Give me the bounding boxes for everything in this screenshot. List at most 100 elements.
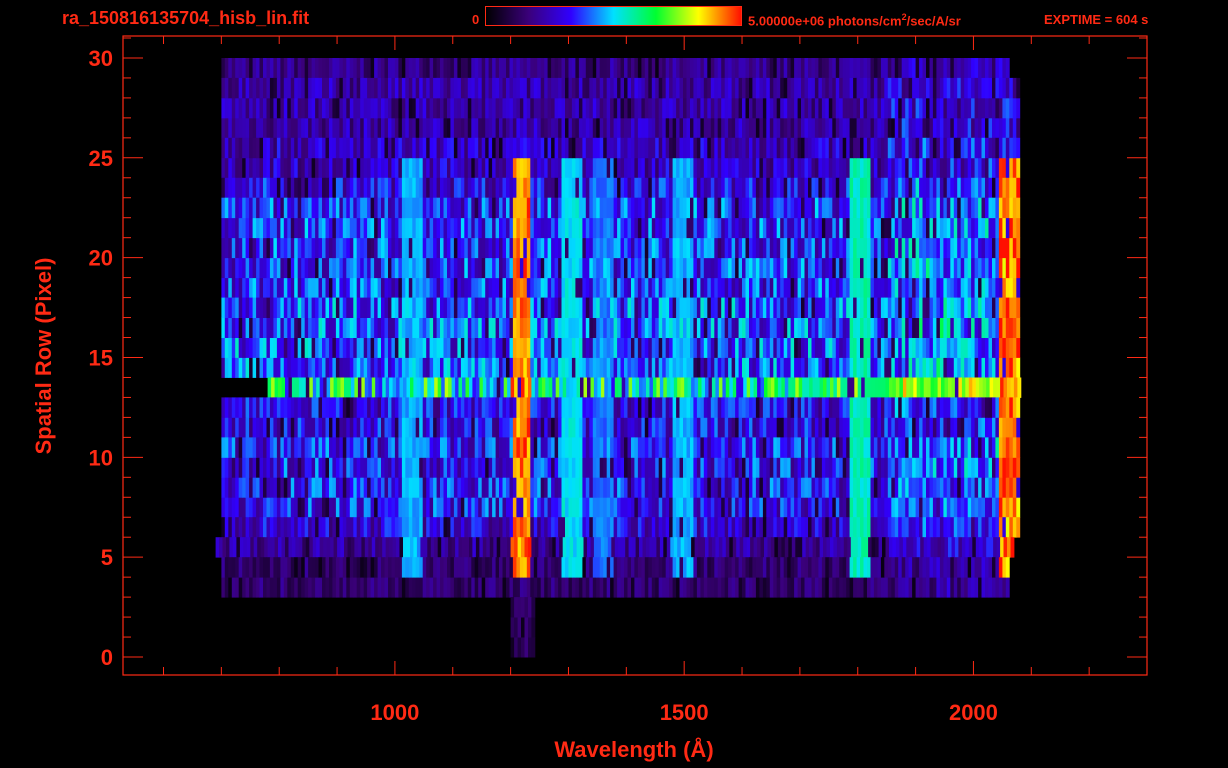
- heatmap-cell: [485, 357, 490, 378]
- heatmap-cell: [690, 97, 694, 119]
- heatmap-cell: [717, 397, 722, 418]
- heatmap-cell: [610, 257, 614, 279]
- heatmap-cell: [932, 397, 937, 418]
- heatmap-cell: [360, 217, 365, 239]
- heatmap-cell: [297, 257, 302, 279]
- heatmap-cell: [540, 297, 545, 318]
- heatmap-cell: [249, 477, 253, 498]
- heatmap-cell: [474, 237, 479, 259]
- heatmap-cell: [596, 177, 601, 199]
- heatmap-cell: [301, 337, 306, 358]
- heatmap-cell: [915, 357, 920, 378]
- heatmap-cell: [957, 177, 962, 199]
- heatmap-cell: [728, 77, 732, 99]
- heatmap-cell: [568, 137, 573, 159]
- heatmap-cell: [283, 337, 288, 358]
- heatmap-cell: [898, 477, 903, 498]
- heatmap-cell: [467, 277, 472, 298]
- heatmap-cell: [519, 457, 524, 478]
- heatmap-cell: [540, 317, 545, 338]
- heatmap-cell: [443, 337, 448, 358]
- heatmap-cell: [908, 417, 913, 438]
- heatmap-cell: [880, 237, 885, 259]
- heatmap-cell: [381, 237, 385, 259]
- heatmap-cell: [502, 277, 507, 298]
- heatmap-cell: [547, 497, 552, 518]
- heatmap-cell: [614, 377, 619, 398]
- heatmap-cell: [401, 457, 406, 478]
- heatmap-cell: [502, 97, 507, 119]
- heatmap-cell: [578, 477, 583, 498]
- heatmap-cell: [710, 297, 715, 318]
- heatmap-cell: [460, 497, 465, 518]
- heatmap-cell: [506, 97, 510, 119]
- heatmap-cell: [235, 357, 240, 378]
- heatmap-cell: [332, 117, 337, 139]
- heatmap-cell: [978, 297, 982, 318]
- heatmap-cell: [742, 337, 746, 358]
- heatmap-cell: [440, 77, 444, 99]
- heatmap-cell: [808, 397, 812, 418]
- heatmap-cell: [717, 297, 722, 318]
- heatmap-cell: [481, 337, 486, 358]
- heatmap-cell: [381, 357, 385, 378]
- heatmap-cell: [915, 497, 920, 518]
- heatmap-cell: [672, 417, 677, 438]
- heatmap-cell: [346, 337, 351, 358]
- heatmap-cell: [958, 377, 963, 398]
- heatmap-cell: [839, 397, 844, 418]
- heatmap-cell: [503, 377, 508, 398]
- heatmap-cell: [502, 337, 507, 358]
- heatmap-cell: [533, 257, 538, 279]
- heatmap-cell: [887, 257, 892, 279]
- heatmap-cell: [1012, 357, 1017, 378]
- heatmap-cell: [360, 297, 365, 318]
- heatmap-cell: [759, 77, 764, 99]
- heatmap-cell: [516, 157, 521, 179]
- heatmap-cell: [506, 417, 510, 438]
- heatmap-cell: [776, 97, 781, 119]
- heatmap-cell: [873, 77, 878, 99]
- heatmap-cell: [374, 217, 378, 239]
- heatmap-cell: [363, 157, 368, 179]
- heatmap-cell: [481, 457, 486, 478]
- heatmap-cell: [474, 357, 479, 378]
- heatmap-cell: [1013, 377, 1018, 398]
- heatmap-cell: [672, 177, 677, 199]
- heatmap-cell: [526, 277, 531, 298]
- heatmap-cell: [235, 297, 240, 318]
- heatmap-cell: [828, 217, 833, 239]
- heatmap-cell: [665, 317, 670, 338]
- heatmap-cell: [322, 357, 326, 378]
- heatmap-cell: [512, 457, 517, 478]
- heatmap-cell: [992, 77, 996, 99]
- heatmap-cell: [419, 58, 424, 79]
- heatmap-cell: [1002, 397, 1007, 418]
- heatmap-cell: [391, 317, 396, 338]
- heatmap-cell: [259, 497, 264, 518]
- heatmap-cell: [742, 477, 746, 498]
- heatmap-cell: [853, 257, 857, 279]
- heatmap-cell: [804, 197, 809, 219]
- heatmap-cell: [821, 297, 826, 318]
- heatmap-cell: [686, 417, 691, 438]
- heatmap-cell: [405, 397, 410, 418]
- heatmap-cell: [322, 97, 326, 119]
- heatmap-cell: [467, 117, 472, 139]
- heatmap-cell: [658, 317, 663, 338]
- heatmap-cell: [804, 97, 809, 119]
- heatmap-cell: [474, 217, 479, 239]
- heatmap-cell: [547, 137, 552, 159]
- heatmap-cell: [724, 397, 729, 418]
- heatmap-cell: [537, 357, 542, 378]
- heatmap-cell: [735, 417, 739, 438]
- heatmap-cell: [755, 297, 760, 318]
- heatmap-cell: [443, 237, 448, 259]
- heatmap-cell: [606, 117, 611, 139]
- heatmap-cell: [724, 217, 729, 239]
- heatmap-cell: [273, 77, 278, 99]
- heatmap-cell: [481, 177, 486, 199]
- heatmap-cell: [554, 117, 559, 139]
- heatmap-cell: [492, 157, 496, 179]
- heatmap-cell: [801, 457, 805, 478]
